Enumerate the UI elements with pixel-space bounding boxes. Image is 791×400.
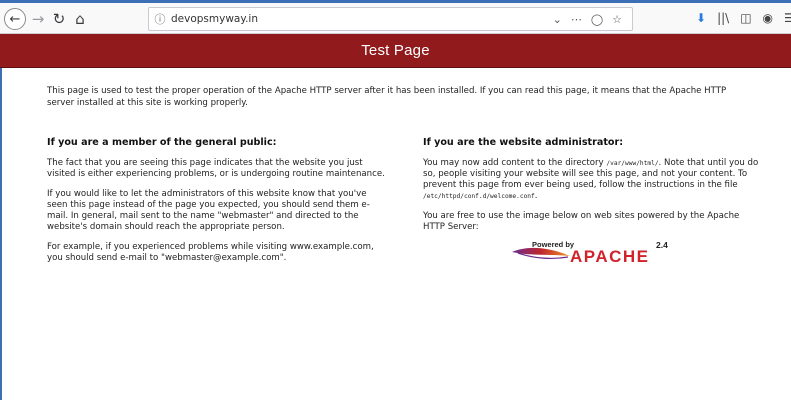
- welcome-conf-code: /etc/httpd/conf.d/welcome.conf: [423, 193, 535, 200]
- admin-heading: If you are the website administrator:: [423, 137, 624, 148]
- info-icon[interactable]: ⓘ: [149, 11, 171, 27]
- browser-toolbar: ← → ↻ ⌂ ⓘ devopsmyway.in ⌄ ⋯ ◯ ☆ ⬇ ||\ ◫…: [0, 0, 791, 34]
- page-header-banner: Test Page: [0, 34, 791, 68]
- sidebar-icon[interactable]: ◫: [740, 11, 751, 25]
- reload-icon[interactable]: ↻: [50, 8, 68, 30]
- public-paragraph-2: If you would like to let the administrat…: [47, 189, 370, 232]
- intro-text: This page is used to test the proper ope…: [47, 86, 727, 108]
- pocket-icon[interactable]: ◯: [591, 13, 603, 26]
- powered-by-apache-logo: Powered by APACHE 2.4: [510, 240, 675, 268]
- back-arrow-icon[interactable]: ←: [4, 8, 26, 30]
- window-edge: [0, 68, 2, 400]
- admin-section: If you are the website administrator: Yo…: [423, 132, 763, 242]
- home-icon[interactable]: ⌂: [70, 8, 90, 30]
- download-icon[interactable]: ⬇: [696, 11, 706, 25]
- public-section: If you are a member of the general publi…: [47, 132, 387, 273]
- menu-icon[interactable]: ☰: [784, 11, 791, 25]
- url-text[interactable]: devopsmyway.in: [171, 13, 553, 25]
- account-icon[interactable]: ◉: [763, 11, 773, 25]
- bookmark-star-icon[interactable]: ☆: [612, 13, 622, 26]
- dropdown-chevron-icon[interactable]: ⌄: [553, 13, 562, 26]
- public-paragraph-1: The fact that you are seeing this page i…: [47, 158, 385, 179]
- page-actions-icon[interactable]: ⋯: [571, 13, 582, 26]
- powered-by-label: Powered by: [532, 240, 575, 249]
- library-icon[interactable]: ||\: [717, 11, 729, 25]
- apache-wordmark: APACHE: [570, 247, 650, 266]
- html-dir-code: /var/www/html/: [606, 160, 659, 167]
- address-bar[interactable]: ⓘ devopsmyway.in ⌄ ⋯ ◯ ☆: [148, 7, 633, 31]
- public-heading: If you are a member of the general publi…: [47, 137, 277, 148]
- public-paragraph-3: For example, if you experienced problems…: [47, 242, 374, 263]
- page-title: Test Page: [361, 42, 430, 59]
- admin-paragraph-2: You are free to use the image below on w…: [423, 211, 740, 232]
- admin-paragraph-1: You may now add content to the directory…: [423, 158, 759, 201]
- version-label: 2.4: [656, 240, 668, 250]
- forward-arrow-icon[interactable]: →: [29, 8, 47, 30]
